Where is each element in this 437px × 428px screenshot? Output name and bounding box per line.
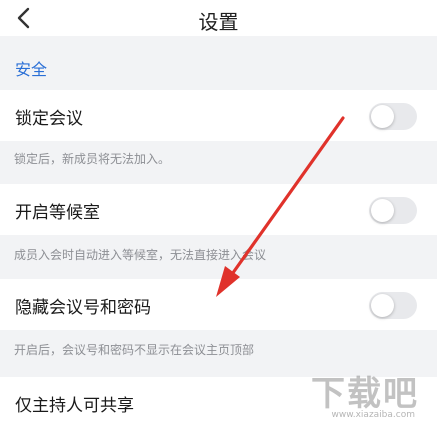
setting-label-hide-meeting-id: 隐藏会议号和密码 <box>15 298 151 318</box>
page-title: 设置 <box>198 10 239 34</box>
lock-meeting-toggle[interactable] <box>369 103 417 130</box>
setting-label-host-only-share: 仅主持人可共享 <box>15 396 134 416</box>
setting-desc-hide-meeting-id: 开启后，会议号和密码不显示在会议主页顶部 <box>14 343 255 357</box>
hide-meeting-id-toggle[interactable] <box>369 292 417 319</box>
toggle-knob <box>371 294 394 317</box>
toggle-knob <box>371 105 394 128</box>
toggle-knob <box>371 199 394 222</box>
waiting-room-toggle[interactable] <box>369 197 417 224</box>
section-header-security: 安全 <box>15 60 48 79</box>
setting-row-lock-meeting: 锁定会议 <box>0 90 437 141</box>
setting-row-hide-meeting-id: 隐藏会议号和密码 <box>0 279 437 330</box>
watermark-text: 下载吧 <box>311 374 419 414</box>
watermark-logo: 下载吧 www.xiazaiba.com <box>299 366 419 420</box>
setting-label-waiting-room: 开启等候室 <box>15 203 100 223</box>
setting-desc-lock-meeting: 锁定后，新成员将无法加入。 <box>14 152 171 166</box>
setting-desc-waiting-room: 成员入会时自动进入等候室，无法直接进入会议 <box>14 248 267 262</box>
watermark-url: www.xiazaiba.com <box>331 410 415 420</box>
setting-label-lock-meeting: 锁定会议 <box>15 109 83 129</box>
top-bar: 设置 <box>0 0 437 36</box>
setting-row-waiting-room: 开启等候室 <box>0 184 437 235</box>
